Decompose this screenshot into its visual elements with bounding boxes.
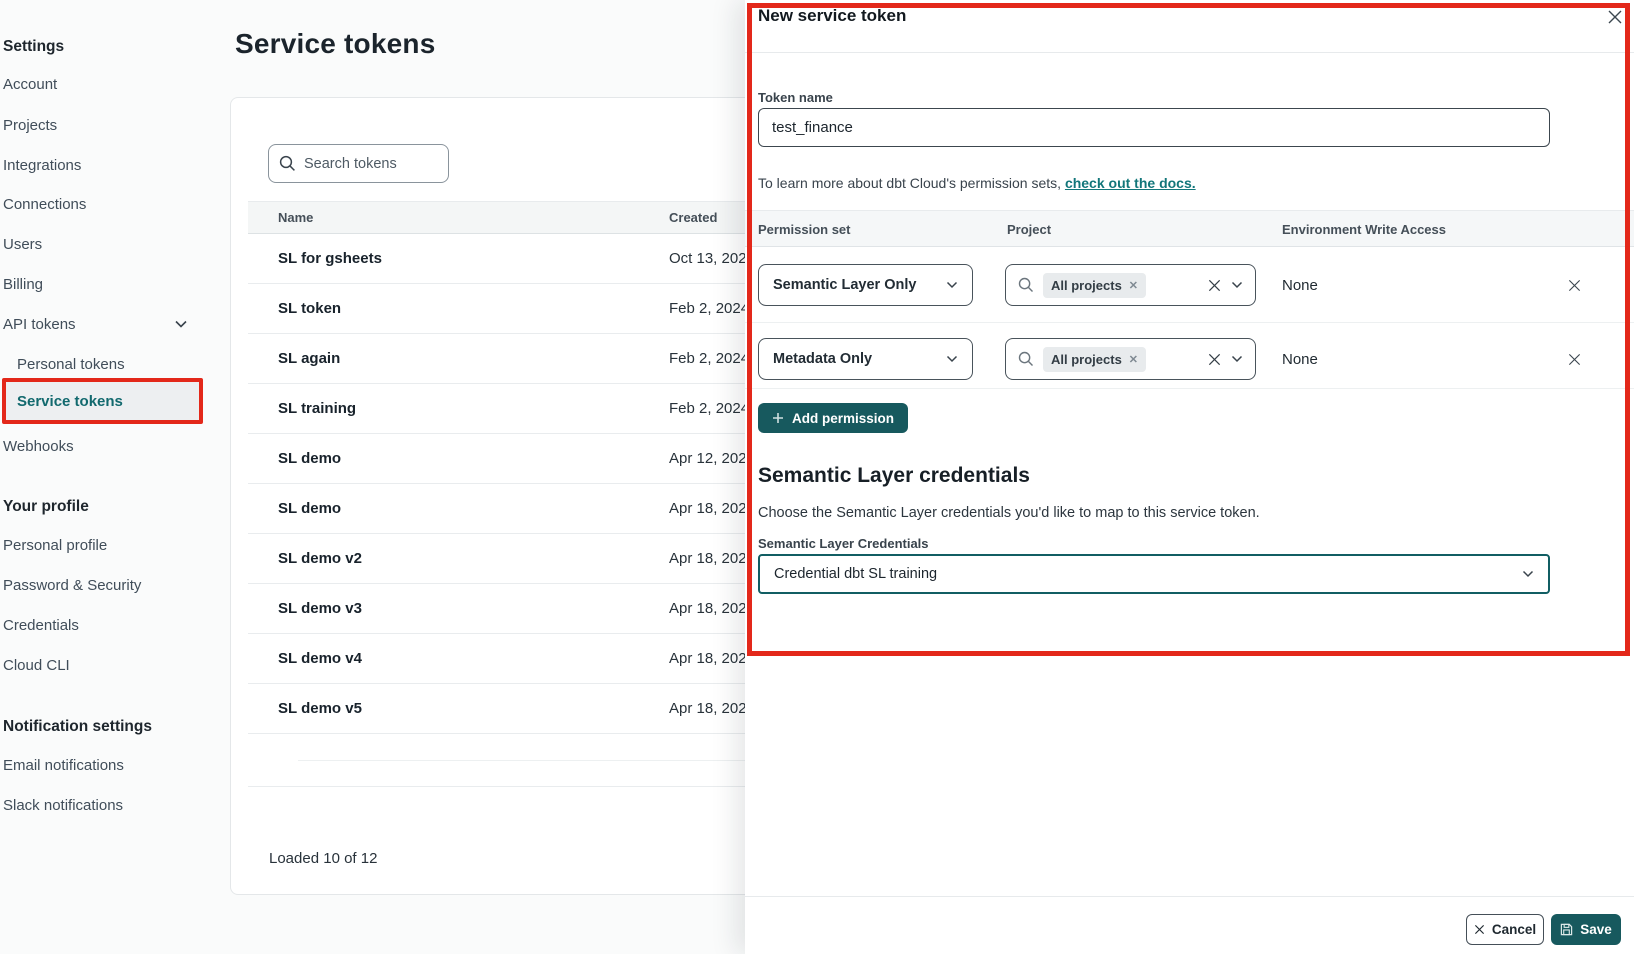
- token-name: SL demo: [278, 500, 341, 517]
- chevron-down-icon: [946, 281, 958, 289]
- chip-remove-icon[interactable]: ✕: [1129, 353, 1138, 366]
- sidebar-item-webhooks[interactable]: Webhooks: [3, 438, 74, 455]
- semantic-layer-credentials-label: Semantic Layer Credentials: [758, 536, 929, 551]
- semantic-layer-credentials-select[interactable]: Credential dbt SL training: [758, 554, 1550, 594]
- chevron-down-icon[interactable]: [174, 319, 188, 329]
- token-name: SL demo v4: [278, 650, 362, 667]
- sidebar-item-users[interactable]: Users: [3, 236, 42, 253]
- token-name: SL for gsheets: [278, 250, 382, 267]
- token-name-input[interactable]: [758, 108, 1550, 147]
- sidebar-item-credentials[interactable]: Credentials: [3, 617, 79, 634]
- settings-sidebar: Settings Account Projects Integrations C…: [0, 0, 215, 954]
- sidebar-item-account[interactable]: Account: [3, 76, 57, 93]
- cancel-button[interactable]: Cancel: [1466, 914, 1544, 945]
- new-service-token-drawer: New service token Token name To learn mo…: [745, 0, 1634, 954]
- sidebar-item-connections[interactable]: Connections: [3, 196, 86, 213]
- token-name: SL demo v3: [278, 600, 362, 617]
- remove-permission-icon[interactable]: [1563, 274, 1585, 296]
- sidebar-item-cloud-cli[interactable]: Cloud CLI: [3, 657, 70, 674]
- token-name: SL again: [278, 350, 340, 367]
- sidebar-item-service-tokens-label[interactable]: Service tokens: [17, 393, 123, 410]
- search-icon: [1018, 277, 1034, 293]
- chevron-down-icon[interactable]: [1231, 281, 1243, 289]
- project-chip-label: All projects: [1051, 352, 1122, 367]
- token-name: SL demo v5: [278, 700, 362, 717]
- column-header-environment-write-access: Environment Write Access: [1282, 222, 1446, 237]
- sidebar-item-billing[interactable]: Billing: [3, 276, 43, 293]
- docs-line: To learn more about dbt Cloud's permissi…: [758, 175, 1196, 191]
- clear-selection-icon[interactable]: [1207, 278, 1222, 293]
- save-button[interactable]: Save: [1551, 914, 1621, 945]
- chevron-down-icon: [1522, 570, 1534, 578]
- project-chip-label: All projects: [1051, 278, 1122, 293]
- permission-set-select[interactable]: Metadata Only: [758, 338, 973, 380]
- chevron-down-icon: [946, 355, 958, 363]
- divider: [745, 896, 1634, 897]
- sidebar-item-projects[interactable]: Projects: [3, 117, 57, 134]
- environment-write-access-value: None: [1282, 277, 1318, 294]
- close-icon[interactable]: [1603, 5, 1627, 29]
- project-multiselect[interactable]: All projects ✕: [1005, 338, 1256, 380]
- sidebar-item-api-tokens[interactable]: API tokens: [3, 316, 76, 333]
- plus-icon: [772, 412, 784, 424]
- project-chip: All projects ✕: [1043, 273, 1146, 298]
- docs-text: To learn more about dbt Cloud's permissi…: [758, 175, 1065, 191]
- search-tokens-input[interactable]: [304, 156, 424, 172]
- search-tokens-box[interactable]: [268, 144, 449, 183]
- token-name: SL training: [278, 400, 356, 417]
- add-permission-button[interactable]: Add permission: [758, 403, 908, 433]
- sidebar-item-personal-tokens[interactable]: Personal tokens: [17, 356, 125, 373]
- environment-write-access-value: None: [1282, 351, 1318, 368]
- permission-set-value: Semantic Layer Only: [773, 277, 916, 293]
- search-icon: [279, 155, 296, 172]
- chevron-down-icon[interactable]: [1231, 355, 1243, 363]
- sidebar-item-personal-profile[interactable]: Personal profile: [3, 537, 107, 554]
- clear-selection-icon[interactable]: [1207, 352, 1222, 367]
- sidebar-heading-settings: Settings: [3, 38, 64, 56]
- column-header-name: Name: [278, 210, 313, 225]
- semantic-layer-credentials-description: Choose the Semantic Layer credentials yo…: [758, 505, 1260, 521]
- semantic-layer-credentials-value: Credential dbt SL training: [774, 566, 937, 582]
- token-name: SL token: [278, 300, 341, 317]
- search-icon: [1018, 351, 1034, 367]
- drawer-title: New service token: [758, 6, 906, 26]
- token-name: SL demo: [278, 450, 341, 467]
- token-name-label: Token name: [758, 90, 833, 105]
- sidebar-item-password-security[interactable]: Password & Security: [3, 577, 141, 594]
- semantic-layer-credentials-heading: Semantic Layer credentials: [758, 464, 1030, 488]
- docs-link[interactable]: check out the docs.: [1065, 175, 1196, 191]
- add-permission-label: Add permission: [792, 411, 894, 426]
- column-header-project: Project: [1007, 222, 1051, 237]
- permission-set-value: Metadata Only: [773, 351, 872, 367]
- permission-set-select[interactable]: Semantic Layer Only: [758, 264, 973, 306]
- divider: [745, 322, 1634, 323]
- token-name: SL demo v2: [278, 550, 362, 567]
- sidebar-item-email-notifications[interactable]: Email notifications: [3, 757, 124, 774]
- column-header-permission-set: Permission set: [758, 222, 851, 237]
- column-header-created: Created: [669, 210, 717, 225]
- close-icon: [1474, 924, 1485, 935]
- sidebar-item-slack-notifications[interactable]: Slack notifications: [3, 797, 123, 814]
- project-chip: All projects ✕: [1043, 347, 1146, 372]
- divider: [745, 52, 1634, 53]
- sidebar-item-integrations[interactable]: Integrations: [3, 157, 81, 174]
- remove-permission-icon[interactable]: [1563, 348, 1585, 370]
- loaded-count: Loaded 10 of 12: [269, 850, 377, 867]
- sidebar-heading-notification-settings: Notification settings: [3, 718, 152, 736]
- project-multiselect[interactable]: All projects ✕: [1005, 264, 1256, 306]
- chip-remove-icon[interactable]: ✕: [1129, 279, 1138, 292]
- divider: [745, 388, 1634, 389]
- save-icon: [1560, 923, 1573, 936]
- sidebar-item-api-tokens-label: API tokens: [3, 316, 76, 333]
- page-title: Service tokens: [235, 28, 435, 60]
- sidebar-heading-your-profile: Your profile: [3, 498, 89, 516]
- cancel-label: Cancel: [1492, 922, 1536, 937]
- save-label: Save: [1580, 922, 1612, 937]
- permission-table-header: Permission set Project Environment Write…: [745, 210, 1634, 247]
